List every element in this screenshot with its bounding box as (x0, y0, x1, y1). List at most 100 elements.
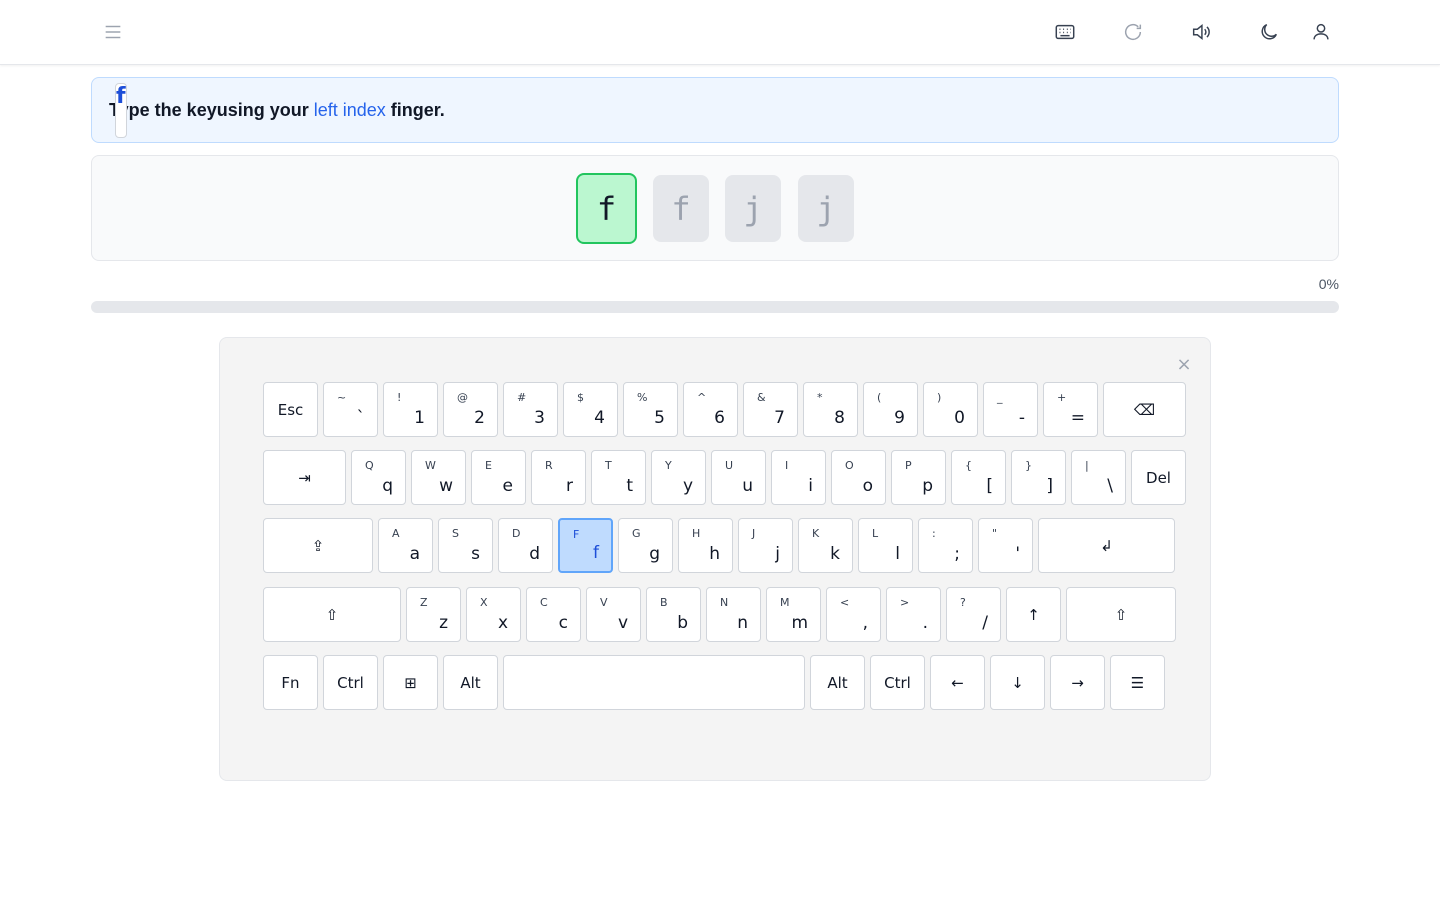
key-t[interactable]: Tt (591, 450, 646, 505)
enter-key[interactable]: ↲ (1038, 518, 1175, 573)
key-shift-label: + (1057, 391, 1067, 404)
arrow-up-key[interactable]: ↑ (1006, 587, 1061, 642)
key-symbol[interactable]: >. (886, 587, 941, 642)
escape-key[interactable]: Esc (263, 382, 318, 437)
backspace-key[interactable]: ⌫ (1103, 382, 1186, 437)
key-shift-label: C (540, 596, 548, 609)
key-n[interactable]: Nn (706, 587, 761, 642)
key-o[interactable]: Oo (831, 450, 886, 505)
space-key[interactable] (503, 655, 805, 710)
key-shift-label: J (752, 527, 756, 540)
key-shift-label: F (573, 528, 580, 541)
key-0[interactable]: ) 0 (923, 382, 978, 437)
moon-icon[interactable] (1253, 16, 1285, 48)
key-label: o (862, 476, 873, 496)
key-label: Fn (281, 673, 300, 692)
arrow-down-key[interactable]: ↓ (990, 655, 1045, 710)
key-7[interactable]: & 7 (743, 382, 798, 437)
key-s[interactable]: Ss (438, 518, 493, 573)
key-y[interactable]: Yy (651, 450, 706, 505)
key-5[interactable]: % 5 (623, 382, 678, 437)
key-symbol[interactable]: " ' (978, 518, 1033, 573)
key-shift-label: ) (937, 391, 942, 404)
key-8[interactable]: * 8 (803, 382, 858, 437)
hamburger-icon[interactable] (97, 16, 129, 48)
key-i[interactable]: Ii (771, 450, 826, 505)
key-shift-label: _ (997, 391, 1003, 404)
arrow-right-key[interactable]: → (1050, 655, 1105, 710)
virtual-keyboard: × Esc ~ `! 1 @2 #3 $4% 5 ^ 6 & 7 * 8(9) 0 _ - + = ⌫ ⇥ Qq Ww Ee R… (219, 337, 1211, 781)
shift-key[interactable]: ⇧ (1066, 587, 1176, 642)
key-2[interactable]: @2 (443, 382, 498, 437)
key-shift-label: I (785, 459, 789, 472)
fn-key[interactable]: Fn (263, 655, 318, 710)
alt-key[interactable]: Alt (443, 655, 498, 710)
key-symbol[interactable]: | \ (1071, 450, 1126, 505)
shift-key[interactable]: ⇧ (263, 587, 401, 642)
key-h[interactable]: Hh (678, 518, 733, 573)
alt-key[interactable]: Alt (810, 655, 865, 710)
tab-key[interactable]: ⇥ (263, 450, 346, 505)
key-shift-label: ? (960, 596, 966, 609)
key-d[interactable]: Dd (498, 518, 553, 573)
menu-key[interactable]: ☰ (1110, 655, 1165, 710)
key-symbol[interactable]: <, (826, 587, 881, 642)
keyboard-icon[interactable] (1049, 16, 1081, 48)
key-symbol[interactable]: ~ ` (323, 382, 378, 437)
key-label: r (566, 476, 573, 496)
key-shift-label: A (392, 527, 400, 540)
key-z[interactable]: Zz (406, 587, 461, 642)
instruction-finger: left index (313, 99, 386, 120)
instruction-middle: using your (216, 99, 309, 120)
key-symbol[interactable]: }] (1011, 450, 1066, 505)
key-symbol[interactable]: _ - (983, 382, 1038, 437)
key-x[interactable]: Xx (466, 587, 521, 642)
key-label: ] (1046, 476, 1053, 496)
delete-key[interactable]: Del (1131, 450, 1186, 505)
sequence-key: j (798, 175, 854, 242)
key-6[interactable]: ^ 6 (683, 382, 738, 437)
key-a[interactable]: Aa (378, 518, 433, 573)
key-l[interactable]: Ll (858, 518, 913, 573)
key-q[interactable]: Qq (351, 450, 406, 505)
key-g[interactable]: Gg (618, 518, 673, 573)
key-u[interactable]: Uu (711, 450, 766, 505)
key-1[interactable]: ! 1 (383, 382, 438, 437)
key-shift-label: O (845, 459, 854, 472)
key-symbol[interactable]: :; (918, 518, 973, 573)
key-b[interactable]: Bb (646, 587, 701, 642)
key-j[interactable]: Jj (738, 518, 793, 573)
key-shift-label: Y (665, 459, 672, 472)
caps-lock-key[interactable]: ⇪ (263, 518, 373, 573)
key-label: v (617, 613, 628, 633)
key-r[interactable]: Rr (531, 450, 586, 505)
key-m[interactable]: Mm (766, 587, 821, 642)
sound-icon[interactable] (1185, 16, 1217, 48)
close-keyboard-button[interactable]: × (1174, 354, 1194, 375)
key-v[interactable]: Vv (586, 587, 641, 642)
windows-key[interactable]: ⊞ (383, 655, 438, 710)
key-shift-label: < (840, 596, 850, 609)
user-icon[interactable] (1305, 16, 1337, 48)
arrow-left-key[interactable]: ← (930, 655, 985, 710)
ctrl-key[interactable]: Ctrl (870, 655, 925, 710)
key-3[interactable]: #3 (503, 382, 558, 437)
ctrl-key[interactable]: Ctrl (323, 655, 378, 710)
key-label: l (895, 544, 900, 564)
key-c[interactable]: Cc (526, 587, 581, 642)
key-sequence: f f j j (91, 155, 1339, 261)
key-label: . (922, 613, 928, 633)
key-symbol[interactable]: {[ (951, 450, 1006, 505)
key-9[interactable]: (9 (863, 382, 918, 437)
key-shift-label: Z (420, 596, 428, 609)
key-symbol[interactable]: + = (1043, 382, 1098, 437)
key-k[interactable]: Kk (798, 518, 853, 573)
key-label: c (558, 613, 568, 633)
key-e[interactable]: Ee (471, 450, 526, 505)
key-w[interactable]: Ww (411, 450, 466, 505)
key-4[interactable]: $4 (563, 382, 618, 437)
key-p[interactable]: Pp (891, 450, 946, 505)
key-symbol[interactable]: ? / (946, 587, 1001, 642)
key-f[interactable]: Ff (558, 518, 613, 573)
refresh-icon[interactable] (1117, 16, 1149, 48)
